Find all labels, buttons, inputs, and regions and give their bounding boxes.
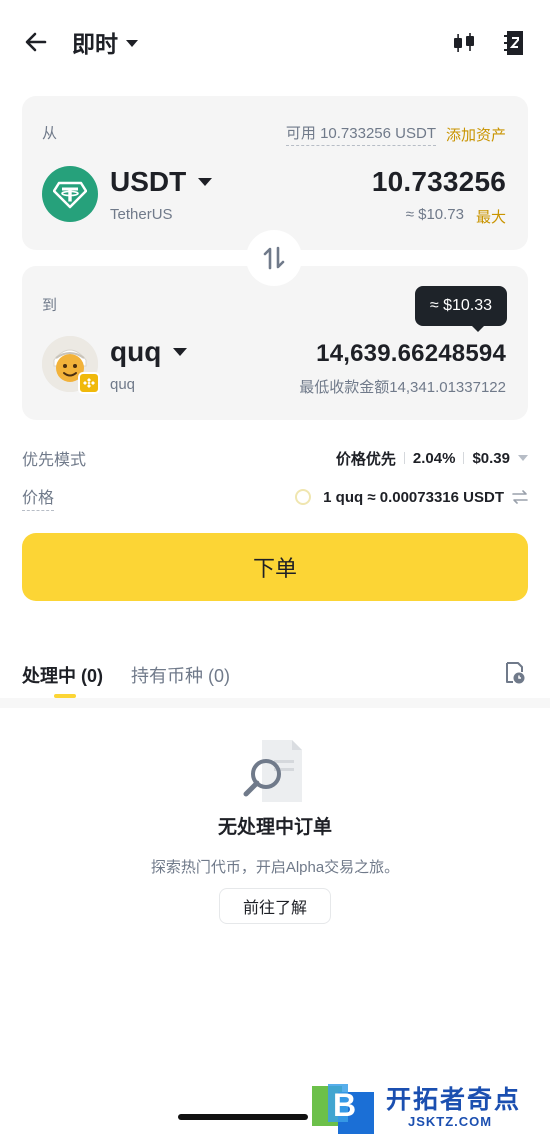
from-card: 从 可用 10.733256 USDT 添加资产 USDT TetherUS 1…	[22, 96, 528, 250]
divider	[463, 452, 465, 464]
slippage-value: 2.04%	[412, 449, 456, 467]
tether-logo-icon	[53, 181, 87, 209]
bnb-chain-badge	[78, 372, 100, 394]
svg-text:B: B	[333, 1087, 356, 1123]
empty-description: 探索热门代币，开启Alpha交易之旅。	[150, 859, 400, 876]
watermark-text: 开拓者奇点	[386, 1086, 522, 1114]
min-receive-amount: 最低收款金额14,341.01337122	[299, 379, 506, 396]
from-amount-meta: ≈ $10.73 最大	[406, 206, 506, 227]
max-button[interactable]: 最大	[476, 206, 506, 227]
invert-rate-icon[interactable]	[512, 490, 528, 504]
usdt-token-icon[interactable]	[42, 166, 98, 222]
price-rate-wrap: 1 quq ≈ 0.00073316 USDT	[295, 489, 528, 506]
priority-mode-label: 优先模式	[22, 452, 87, 469]
arrow-left-icon	[25, 32, 47, 52]
fee-value: $0.39	[472, 449, 510, 467]
page-title: 即时	[72, 31, 118, 57]
add-asset-link[interactable]: 添加资产	[446, 124, 506, 145]
tab-holdings[interactable]: 持有币种 (0)	[131, 662, 230, 688]
site-watermark: B 开拓者奇点 JSKTZ.COM	[308, 1078, 550, 1134]
to-token-fullname: quq	[110, 376, 136, 393]
caret-down-icon	[173, 348, 188, 356]
refresh-timer-icon	[295, 489, 312, 505]
priority-mode-value: 价格优先	[335, 450, 396, 468]
order-tabs: 处理中 (0) 持有币种 (0)	[0, 650, 550, 700]
to-label: 到	[42, 297, 58, 314]
history-button[interactable]	[502, 660, 528, 686]
chart-button[interactable]	[449, 28, 479, 58]
empty-search-icon	[240, 736, 312, 806]
caret-down-icon	[518, 455, 528, 461]
price-row: 价格 1 quq ≈ 0.00073316 USDT	[22, 484, 528, 511]
swap-direction-button[interactable]	[246, 230, 302, 286]
tab-processing[interactable]: 处理中 (0)	[22, 662, 103, 688]
watermark-url: JSKTZ.COM	[408, 1114, 493, 1129]
place-order-button[interactable]: 下单	[22, 533, 528, 601]
priority-mode-row[interactable]: 优先模式 价格优先 2.04% $0.39	[22, 445, 528, 471]
from-token-symbol: USDT	[110, 166, 187, 197]
divider	[403, 452, 405, 464]
order-book-icon	[504, 31, 523, 55]
caret-down-icon	[198, 178, 213, 186]
from-label: 从	[42, 125, 58, 142]
bnb-icon	[83, 378, 95, 388]
from-amount-input[interactable]: 10.733256	[372, 166, 506, 198]
quq-token-icon[interactable]	[42, 336, 100, 394]
from-token-fullname: TetherUS	[110, 206, 173, 223]
to-amount: 14,639.66248594	[316, 340, 506, 367]
watermark-logo-icon: B	[312, 1084, 374, 1134]
caret-down-icon	[126, 39, 138, 47]
swap-arrows-icon	[263, 246, 285, 270]
from-amount-usd: ≈ $10.73	[405, 206, 464, 223]
from-token-selector[interactable]: USDT	[110, 166, 213, 198]
home-indicator[interactable]	[178, 1114, 308, 1120]
candlestick-chart-icon	[454, 33, 474, 52]
back-button[interactable]	[20, 26, 52, 58]
to-amount-usd-tooltip: ≈ $10.33	[415, 286, 507, 332]
available-balance: 可用 10.733256 USDT	[285, 122, 436, 146]
top-bar: 即时	[0, 0, 550, 86]
available-balance-row: 可用 10.733256 USDT 添加资产	[285, 122, 506, 146]
history-icon	[506, 662, 525, 684]
learn-more-button[interactable]: 前往了解	[219, 888, 331, 924]
price-rate: 1 quq ≈ 0.00073316 USDT	[323, 488, 504, 506]
order-history-button[interactable]	[500, 28, 530, 58]
priority-mode-settings[interactable]: 价格优先 2.04% $0.39	[336, 448, 528, 469]
to-token-selector[interactable]: quq	[110, 336, 188, 368]
price-label: 价格	[22, 484, 55, 511]
mode-selector[interactable]: 即时	[72, 26, 138, 58]
to-token-symbol: quq	[110, 336, 162, 367]
section-divider	[0, 698, 550, 708]
empty-title: 无处理中订单	[217, 817, 332, 838]
